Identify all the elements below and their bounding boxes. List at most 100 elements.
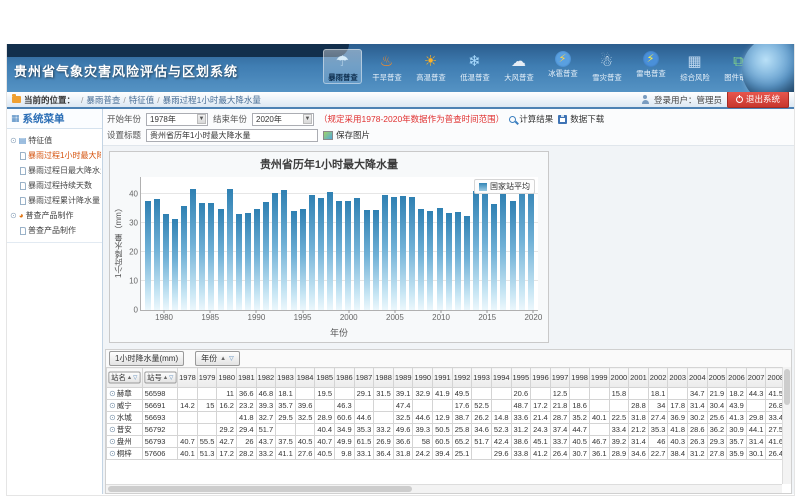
tree-group[interactable]: ⊙▤特征值 bbox=[8, 133, 101, 148]
nav-item-gale[interactable]: ☁大风普查 bbox=[499, 49, 538, 84]
pivot-table-wrap: 站名▲▽站号▲▽19781979198019811982198319841985… bbox=[106, 367, 782, 484]
value-cell: 14.8 bbox=[491, 412, 511, 424]
breadcrumb-item[interactable]: 特征值 bbox=[129, 95, 155, 105]
value-cell: 35.2 bbox=[570, 412, 590, 424]
nav-item-comprehensive-risk[interactable]: ▦综合风险 bbox=[675, 49, 714, 84]
value-cell bbox=[433, 400, 453, 412]
row-field-chip-name[interactable]: 站名▲▽ bbox=[108, 372, 140, 384]
tree-group[interactable]: ⊙◕普查产品制作 bbox=[8, 208, 101, 223]
nav-item-low-temp[interactable]: ❄低温普查 bbox=[455, 49, 494, 84]
value-cell: 35.3 bbox=[354, 424, 374, 436]
value-cell: 29.4 bbox=[236, 424, 256, 436]
sort-asc-icon[interactable]: ▲ bbox=[162, 375, 167, 381]
value-cell: 17.2 bbox=[531, 400, 551, 412]
bar-1984 bbox=[199, 203, 205, 310]
value-cell bbox=[197, 424, 217, 436]
tree-item[interactable]: 暴雨过程日最大降水量 bbox=[8, 163, 101, 178]
filter-icon[interactable]: ▽ bbox=[229, 356, 234, 362]
year-column-header: 1980 bbox=[217, 368, 237, 388]
value-cell: 35.7 bbox=[276, 400, 296, 412]
logout-button[interactable]: 退出系统 bbox=[727, 91, 789, 108]
bar-1995 bbox=[300, 209, 306, 310]
breadcrumb-item[interactable]: 暴雨过程1小时最大降水量 bbox=[163, 95, 261, 105]
bar-series bbox=[141, 177, 538, 310]
nav-item-drought[interactable]: ♨干旱普查 bbox=[367, 49, 406, 84]
bar-1991 bbox=[263, 202, 269, 310]
nav-item-high-temp[interactable]: ☀高温普查 bbox=[411, 49, 450, 84]
tree-item-label: 暴雨过程持续天数 bbox=[28, 180, 92, 191]
save-image-button[interactable]: 保存图片 bbox=[323, 129, 370, 141]
value-cell: 9.8 bbox=[335, 448, 355, 460]
nav-item-rainstorm[interactable]: ☂暴雨普查 bbox=[323, 49, 362, 84]
year-column-header: 2001 bbox=[629, 368, 649, 388]
expand-icon[interactable]: ⊙ bbox=[109, 437, 116, 446]
column-field-chip[interactable]: 年份 ▲ ▽ bbox=[195, 351, 240, 366]
station-name-cell: ⊙赫章 bbox=[107, 388, 143, 400]
station-name-cell: ⊙桐梓 bbox=[107, 448, 143, 460]
nav-item-label: 干旱普查 bbox=[372, 72, 401, 82]
value-cell: 41.2 bbox=[531, 448, 551, 460]
sort-asc-icon[interactable]: ▲ bbox=[220, 356, 226, 362]
tree-group-label: 特征值 bbox=[28, 135, 52, 146]
tree-item[interactable]: 普查产品制作 bbox=[8, 223, 101, 238]
measure-chip[interactable]: 1小时降水量(mm) bbox=[109, 351, 184, 366]
scrollbar-thumb[interactable] bbox=[108, 486, 412, 492]
value-cell: 39.1 bbox=[393, 388, 413, 400]
nav-item-hail[interactable]: ⚡冰雹普查 bbox=[543, 49, 582, 84]
value-cell bbox=[589, 388, 609, 400]
value-cell: 17.2 bbox=[217, 448, 237, 460]
expand-icon[interactable]: ⊙ bbox=[109, 425, 116, 434]
value-cell: 25.8 bbox=[452, 424, 472, 436]
chart-title-input[interactable]: 贵州省历年1小时最大降水量 bbox=[146, 129, 318, 142]
vertical-scrollbar[interactable] bbox=[782, 367, 791, 484]
value-cell: 27.6 bbox=[295, 448, 315, 460]
x-tick-label: 2015 bbox=[478, 313, 496, 322]
value-cell: 21.4 bbox=[531, 412, 551, 424]
year-column-header: 1992 bbox=[452, 368, 472, 388]
nav-item-lightning[interactable]: ⚡雷电普查 bbox=[631, 49, 670, 84]
expand-icon[interactable]: ⊙ bbox=[109, 389, 116, 398]
value-cell: 33.6 bbox=[511, 412, 531, 424]
expander-icon[interactable]: ⊙ bbox=[10, 137, 17, 145]
value-cell: 42.4 bbox=[491, 436, 511, 448]
bar-2011 bbox=[446, 213, 452, 310]
value-cell: 24.2 bbox=[413, 448, 433, 460]
end-year-select[interactable]: 2020年 ▼ bbox=[252, 113, 314, 126]
start-year-select[interactable]: 1978年 ▼ bbox=[146, 113, 208, 126]
scrollbar-thumb[interactable] bbox=[784, 369, 790, 405]
value-cell: 15.8 bbox=[609, 388, 629, 400]
expander-icon[interactable]: ⊙ bbox=[10, 212, 17, 220]
chart-title-label: 设置标题 bbox=[107, 129, 141, 141]
value-cell: 34.6 bbox=[629, 448, 649, 460]
station-code-cell: 56598 bbox=[142, 388, 178, 400]
year-column-header: 1981 bbox=[236, 368, 256, 388]
bar-2009 bbox=[427, 211, 433, 310]
value-cell: 30.2 bbox=[688, 412, 708, 424]
breadcrumb-item[interactable]: 暴雨普查 bbox=[86, 95, 120, 105]
value-cell: 36.2 bbox=[707, 424, 727, 436]
filter-icon[interactable]: ▽ bbox=[133, 375, 137, 381]
value-cell: 49.6 bbox=[393, 424, 413, 436]
filter-icon[interactable]: ▽ bbox=[169, 375, 173, 381]
tree-item[interactable]: 暴雨过程累计降水量 bbox=[8, 193, 101, 208]
value-cell: 28.9 bbox=[609, 448, 629, 460]
app-window: 贵州省气象灾害风险评估与区划系统 ☂暴雨普查♨干旱普查☀高温普查❄低温普查☁大风… bbox=[6, 44, 795, 496]
toolbar-row-years: 开始年份 1978年 ▼ 结束年份 2020年 ▼ （规定采用1978-2020… bbox=[107, 111, 790, 127]
calc-result-button[interactable]: 计算结果 bbox=[509, 113, 553, 125]
value-cell: 29.8 bbox=[746, 412, 766, 424]
expand-icon[interactable]: ⊙ bbox=[109, 413, 116, 422]
tree-item[interactable]: 暴雨过程持续天数 bbox=[8, 178, 101, 193]
data-download-button[interactable]: 数据下载 bbox=[558, 113, 604, 125]
value-cell: 30.7 bbox=[570, 448, 590, 460]
value-cell: 50.5 bbox=[433, 424, 453, 436]
nav-item-snow[interactable]: ☃雪灾普查 bbox=[587, 49, 626, 84]
value-cell bbox=[609, 400, 629, 412]
value-cell: 33.2 bbox=[374, 424, 394, 436]
expand-icon[interactable]: ⊙ bbox=[109, 449, 116, 458]
row-field-chip-code[interactable]: 站号▲▽ bbox=[144, 372, 176, 384]
horizontal-scrollbar[interactable] bbox=[106, 484, 782, 493]
sort-asc-icon[interactable]: ▲ bbox=[127, 375, 132, 381]
expand-icon[interactable]: ⊙ bbox=[109, 401, 116, 410]
value-cell: 32.5 bbox=[393, 412, 413, 424]
tree-item[interactable]: 暴雨过程1小时最大降水量 bbox=[8, 148, 101, 163]
